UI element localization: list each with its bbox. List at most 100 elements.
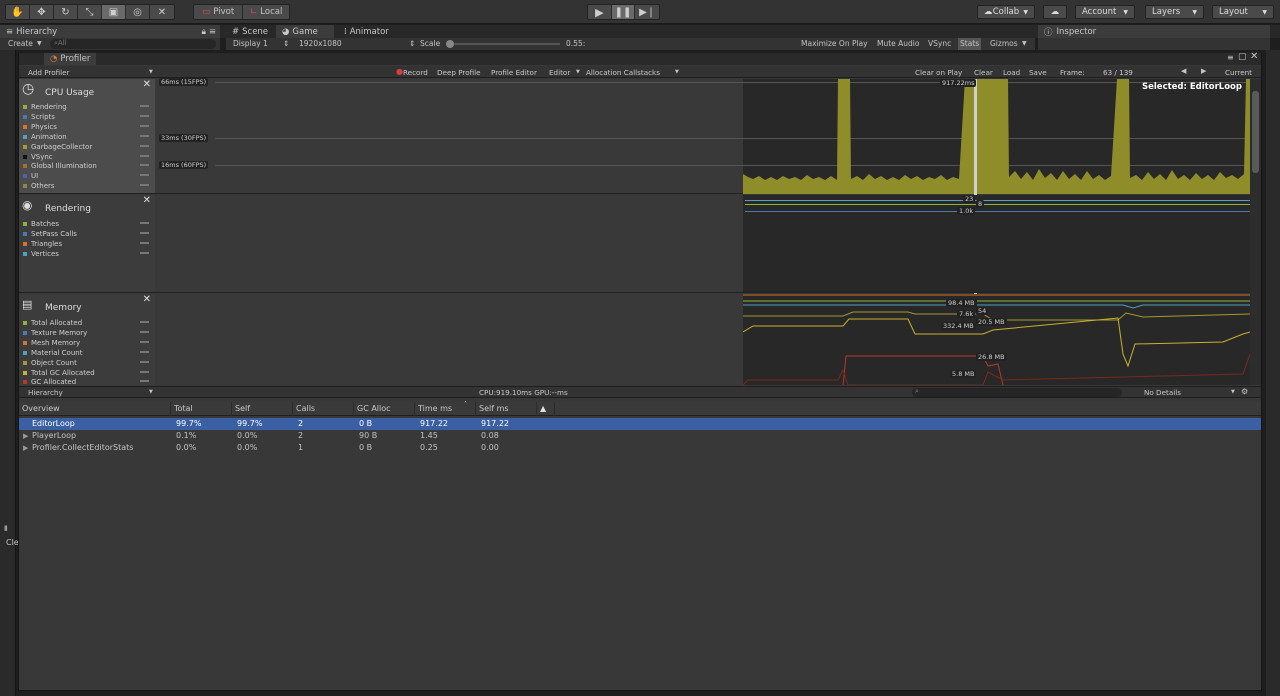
transform-icon[interactable]: ◎ bbox=[126, 5, 150, 19]
maximize-icon[interactable]: ▢ bbox=[1238, 52, 1247, 62]
next-frame-icon[interactable]: ▶ bbox=[1201, 67, 1206, 75]
legend-drag-handle[interactable] bbox=[140, 134, 149, 137]
lock-icon[interactable]: 🔒︎ bbox=[201, 27, 206, 37]
console-clear-label[interactable]: Cle bbox=[6, 538, 19, 547]
profile-editor-toggle[interactable]: Profile Editor bbox=[491, 68, 537, 77]
cloud-button[interactable]: ☁ bbox=[1043, 5, 1067, 19]
tab-profiler[interactable]: ◔ Profiler bbox=[44, 53, 97, 65]
column-gc-alloc[interactable]: GC Alloc bbox=[354, 402, 415, 416]
legend-drag-handle[interactable] bbox=[140, 241, 149, 244]
legend-item[interactable]: Animation bbox=[23, 133, 67, 141]
warning-column-icon[interactable]: ▲ bbox=[537, 402, 555, 416]
legend-drag-handle[interactable] bbox=[140, 174, 149, 177]
legend-drag-handle[interactable] bbox=[140, 380, 149, 383]
rendering-panel[interactable]: ◉ Rendering ✕ Batches SetPass Calls Triang… bbox=[19, 195, 155, 293]
legend-item[interactable]: Triangles bbox=[23, 240, 62, 248]
legend-item[interactable]: Global Illumination bbox=[23, 162, 97, 170]
legend-drag-handle[interactable] bbox=[140, 124, 149, 127]
legend-drag-handle[interactable] bbox=[140, 222, 149, 224]
gizmos-dropdown[interactable]: Gizmos bbox=[990, 39, 1018, 48]
clear-on-play-toggle[interactable]: Clear on Play bbox=[915, 68, 962, 77]
save-button[interactable]: Save bbox=[1029, 68, 1047, 77]
custom-tool-icon[interactable]: ✕ bbox=[150, 5, 174, 19]
pause-icon[interactable]: ❚❚ bbox=[611, 5, 636, 19]
legend-drag-handle[interactable] bbox=[140, 360, 149, 363]
account-dropdown[interactable]: Account ▼ bbox=[1075, 5, 1135, 19]
legend-drag-handle[interactable] bbox=[140, 154, 149, 157]
close-icon[interactable]: ✕ bbox=[143, 79, 151, 90]
table-row[interactable]: ▶ Profiler.CollectEditorStats 0.0% 0.0% 1 0 B… bbox=[19, 442, 1261, 454]
legend-drag-handle[interactable] bbox=[140, 231, 149, 234]
local-button[interactable]: ∟ Local bbox=[243, 5, 289, 19]
editor-dropdown[interactable]: Editor bbox=[549, 68, 570, 77]
deep-profile-toggle[interactable]: Deep Profile bbox=[437, 68, 481, 77]
move-icon[interactable]: ✥ bbox=[30, 5, 54, 19]
resolution-dropdown[interactable]: 1920x1080 bbox=[299, 39, 342, 48]
table-row[interactable]: EditorLoop 99.7% 99.7% 2 0 B 917.22 917.22 bbox=[19, 418, 1261, 430]
table-row[interactable]: ▶ PlayerLoop 0.1% 0.0% 2 90 B 1.45 0.08 bbox=[19, 430, 1261, 442]
memory-panel[interactable]: ▤ Memory ✕ Total Allocated Texture Memory… bbox=[19, 294, 155, 386]
legend-item[interactable]: Total Allocated bbox=[23, 319, 82, 327]
legend-drag-handle[interactable] bbox=[140, 330, 149, 333]
close-icon[interactable]: ✕ bbox=[143, 294, 151, 305]
legend-item[interactable]: UI bbox=[23, 172, 38, 180]
pivot-button[interactable]: ▭ Pivot bbox=[194, 5, 244, 19]
detail-search-input[interactable]: ⌕ bbox=[912, 387, 1122, 397]
scale-icon[interactable]: ⤡ bbox=[78, 5, 102, 19]
stats-toggle[interactable]: Stats bbox=[958, 38, 982, 50]
legend-item[interactable]: Physics bbox=[23, 123, 57, 131]
graph-scrollbar[interactable] bbox=[1250, 79, 1261, 385]
mute-audio-toggle[interactable]: Mute Audio bbox=[877, 39, 919, 48]
legend-item[interactable]: Material Count bbox=[23, 349, 82, 357]
tab-scene[interactable]: # Scene bbox=[226, 25, 274, 38]
scale-slider-track[interactable] bbox=[448, 43, 560, 45]
legend-drag-handle[interactable] bbox=[140, 144, 149, 147]
column-calls[interactable]: Calls bbox=[293, 402, 354, 416]
close-icon[interactable]: ✕ bbox=[1250, 51, 1258, 62]
legend-drag-handle[interactable] bbox=[140, 251, 149, 254]
layers-dropdown[interactable]: Layers ▼ bbox=[1145, 5, 1204, 19]
legend-item[interactable]: SetPass Calls bbox=[23, 230, 77, 238]
allocation-callstacks-toggle[interactable]: Allocation Callstacks bbox=[586, 68, 660, 77]
vsync-toggle[interactable]: VSync bbox=[928, 39, 951, 48]
legend-item[interactable]: Total GC Allocated bbox=[23, 369, 95, 377]
legend-item[interactable]: Scripts bbox=[23, 113, 55, 121]
legend-drag-handle[interactable] bbox=[140, 350, 149, 353]
details-dropdown[interactable]: No Details bbox=[1144, 388, 1181, 397]
legend-drag-handle[interactable] bbox=[140, 164, 149, 167]
expand-arrow-icon[interactable]: ▶ bbox=[23, 430, 28, 442]
legend-item[interactable]: Rendering bbox=[23, 103, 67, 111]
prev-frame-icon[interactable]: ◀ bbox=[1181, 67, 1186, 75]
legend-item[interactable]: Texture Memory bbox=[23, 329, 87, 337]
rotate-icon[interactable]: ↻ bbox=[54, 5, 78, 19]
tab-animator[interactable]: ⁞ Animator bbox=[338, 25, 395, 38]
close-icon[interactable]: ✕ bbox=[143, 195, 151, 206]
record-toggle[interactable]: Record bbox=[403, 68, 428, 77]
step-icon[interactable]: ▶❘ bbox=[635, 5, 659, 19]
gear-icon[interactable]: ⚙ bbox=[1241, 387, 1248, 396]
legend-item[interactable]: Mesh Memory bbox=[23, 339, 80, 347]
column-self-ms[interactable]: Self ms bbox=[476, 402, 537, 416]
rendering-graph-data[interactable] bbox=[743, 195, 1250, 293]
add-profiler-dropdown[interactable]: Add Profiler bbox=[28, 68, 70, 77]
current-frame-button[interactable]: Current bbox=[1225, 68, 1252, 77]
legend-drag-handle[interactable] bbox=[140, 321, 149, 323]
create-dropdown[interactable]: Create bbox=[8, 39, 33, 48]
legend-item[interactable]: Vertices bbox=[23, 250, 59, 258]
clear-button[interactable]: Clear bbox=[974, 68, 993, 77]
legend-drag-handle[interactable] bbox=[140, 370, 149, 373]
legend-item[interactable]: GarbageCollector bbox=[23, 143, 92, 151]
column-self[interactable]: Self bbox=[232, 402, 293, 416]
legend-drag-handle[interactable] bbox=[140, 184, 149, 187]
display-dropdown[interactable]: Display 1 bbox=[233, 39, 268, 48]
collab-dropdown[interactable]: ☁ Collab ▼ bbox=[977, 5, 1035, 19]
maximize-on-play-toggle[interactable]: Maximize On Play bbox=[801, 39, 868, 48]
legend-drag-handle[interactable] bbox=[140, 340, 149, 343]
layout-dropdown[interactable]: Layout ▼ bbox=[1212, 5, 1274, 19]
legend-item[interactable]: Batches bbox=[23, 220, 59, 228]
legend-item[interactable]: Others bbox=[23, 182, 55, 190]
menu-icon[interactable]: ≡ bbox=[209, 27, 216, 37]
column-total[interactable]: Total bbox=[171, 402, 232, 416]
hierarchy-view-dropdown[interactable]: Hierarchy bbox=[28, 388, 63, 397]
graph-scrollbar-thumb[interactable] bbox=[1252, 91, 1259, 173]
